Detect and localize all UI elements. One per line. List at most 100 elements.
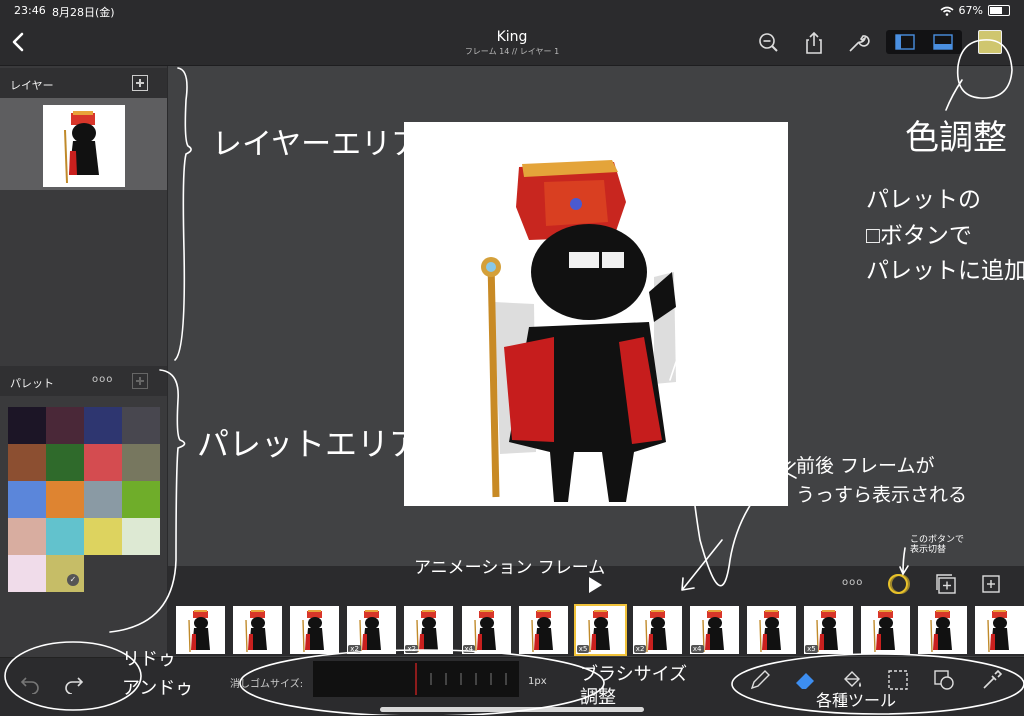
eraser-size-slider[interactable] [313, 661, 519, 697]
zoom-out-icon[interactable] [756, 30, 782, 56]
selection-rectangle-icon[interactable] [886, 668, 910, 692]
frame-duration-badge: x4 [462, 645, 476, 653]
add-layer-icon[interactable] [132, 75, 148, 91]
status-bar: 23:46 8月28日(金) 67% [0, 0, 1024, 20]
palette-swatch[interactable] [84, 481, 122, 518]
sidebar-layout-icon[interactable] [886, 30, 924, 54]
frame-duration-badge: x2 [405, 645, 418, 653]
palette-more-button[interactable]: ooo [92, 374, 113, 385]
frame-duration-badge: x5 [576, 645, 590, 653]
add-swatch-icon[interactable] [132, 373, 148, 389]
palette-swatch[interactable] [46, 407, 84, 444]
annotation-brush-size: ブラシサイズ 調整 [580, 664, 688, 708]
left-panel: レイヤー パレット ooo ✓ [0, 66, 168, 657]
palette-swatch[interactable] [122, 444, 160, 481]
animation-frame[interactable]: x2 [404, 606, 454, 654]
frame-strip: x2 x2 x4 x5 x2 x4 x5 [168, 602, 1024, 656]
palette-swatch[interactable] [46, 444, 84, 481]
animation-frame[interactable]: x2 [347, 606, 397, 654]
palette-swatch[interactable] [46, 481, 84, 518]
bottom-layout-icon[interactable] [924, 30, 962, 54]
share-icon[interactable] [801, 30, 827, 56]
duplicate-frame-icon[interactable] [934, 572, 958, 596]
animation-frame[interactable] [233, 606, 283, 654]
annotation-color-adjust: 色調整 [905, 118, 1007, 158]
wrench-icon[interactable] [845, 30, 871, 56]
onion-skin-toggle-icon[interactable] [886, 571, 912, 597]
annotation-layer-area: レイヤーエリア [212, 127, 422, 162]
palette-swatches: ✓ [8, 407, 160, 592]
frame-duration-badge: x5 [805, 645, 818, 653]
animation-frame[interactable] [861, 606, 911, 654]
eraser-size-value: 1px [528, 676, 547, 687]
palette-label: パレット [10, 377, 54, 390]
annotation-toggle-note: このボタンで 表示切替 [910, 535, 965, 555]
redo-icon[interactable] [62, 670, 86, 694]
frame-thumbnail [759, 610, 781, 653]
frame-thumbnail [987, 610, 1010, 653]
animation-frame[interactable] [747, 606, 796, 654]
layers-label: レイヤー [10, 79, 54, 92]
annotation-palette-note: パレットの □ボタンで パレットに追加 [866, 187, 1024, 285]
palette-swatch[interactable] [84, 407, 122, 444]
animation-frame[interactable] [518, 606, 568, 654]
navigation-bar: King フレーム 14 // レイヤー 1 [0, 20, 1024, 66]
eyedropper-icon[interactable] [980, 668, 1004, 692]
checkmark-icon: ✓ [67, 574, 79, 586]
animation-frame[interactable] [918, 606, 968, 654]
shape-tool-icon[interactable] [932, 668, 956, 692]
frame-thumbnail [245, 610, 268, 653]
palette-swatch[interactable] [8, 444, 46, 481]
fill-bucket-icon[interactable] [840, 668, 864, 692]
palette-swatch[interactable] [84, 518, 122, 555]
frame-duration-badge: x2 [633, 645, 647, 653]
status-date: 8月28日(金) [52, 6, 115, 19]
size-slider-track [415, 663, 507, 695]
palette-swatch[interactable] [122, 481, 160, 518]
animation-frame[interactable] [975, 606, 1024, 654]
animation-frame[interactable]: x5 [804, 606, 854, 654]
current-color-button[interactable] [978, 30, 1002, 54]
layout-toggle [886, 30, 962, 54]
undo-icon[interactable] [18, 670, 42, 694]
palette-swatch[interactable] [46, 518, 84, 555]
palette-swatch[interactable] [122, 518, 160, 555]
frame-thumbnail [930, 610, 953, 653]
palette-swatch[interactable] [8, 481, 46, 518]
animation-more-button[interactable]: ooo [842, 577, 863, 588]
annotation-onion-skin: 前後 フレームが うっすら表示される [796, 455, 968, 506]
palette-header: パレット ooo [0, 366, 167, 396]
animation-frame[interactable]: x5 [573, 604, 627, 656]
battery-icon [988, 5, 1010, 16]
annotation-palette-area: パレットエリア [197, 425, 422, 463]
drawing-canvas[interactable] [404, 122, 788, 506]
layer-row[interactable] [0, 98, 167, 190]
status-time: 23:46 [14, 4, 46, 17]
palette-swatch[interactable] [8, 407, 46, 444]
layers-header: レイヤー [0, 68, 167, 98]
animation-frame[interactable]: x4 [461, 606, 511, 654]
animation-frame[interactable]: x2 [632, 606, 682, 654]
frame-duration-badge: x4 [690, 645, 704, 653]
eraser-size-label: 消しゴムサイズ: [230, 679, 304, 690]
add-frame-icon[interactable] [980, 573, 1002, 595]
wifi-icon [940, 6, 954, 16]
animation-frame[interactable] [290, 606, 340, 654]
palette-swatch[interactable]: ✓ [46, 555, 84, 592]
layer-thumbnail [43, 105, 125, 187]
battery-percent: 67% [958, 4, 983, 17]
king-sprite-artwork [481, 160, 676, 502]
pencil-icon[interactable] [748, 668, 772, 692]
animation-frame[interactable]: x4 [689, 606, 739, 654]
palette-swatch[interactable] [84, 444, 122, 481]
king-sprite-thumbnail [64, 111, 99, 184]
frame-thumbnail [302, 610, 325, 653]
palette-swatch[interactable] [8, 518, 46, 555]
eraser-icon[interactable] [793, 668, 817, 692]
palette-swatch[interactable] [8, 555, 46, 592]
annotation-undo-redo: リドゥ アンドゥ [122, 649, 194, 699]
frame-thumbnail [530, 610, 553, 653]
palette-swatch[interactable] [122, 407, 160, 444]
annotation-animation-frame: アニメーション フレーム [414, 558, 606, 578]
play-button[interactable] [589, 577, 602, 593]
